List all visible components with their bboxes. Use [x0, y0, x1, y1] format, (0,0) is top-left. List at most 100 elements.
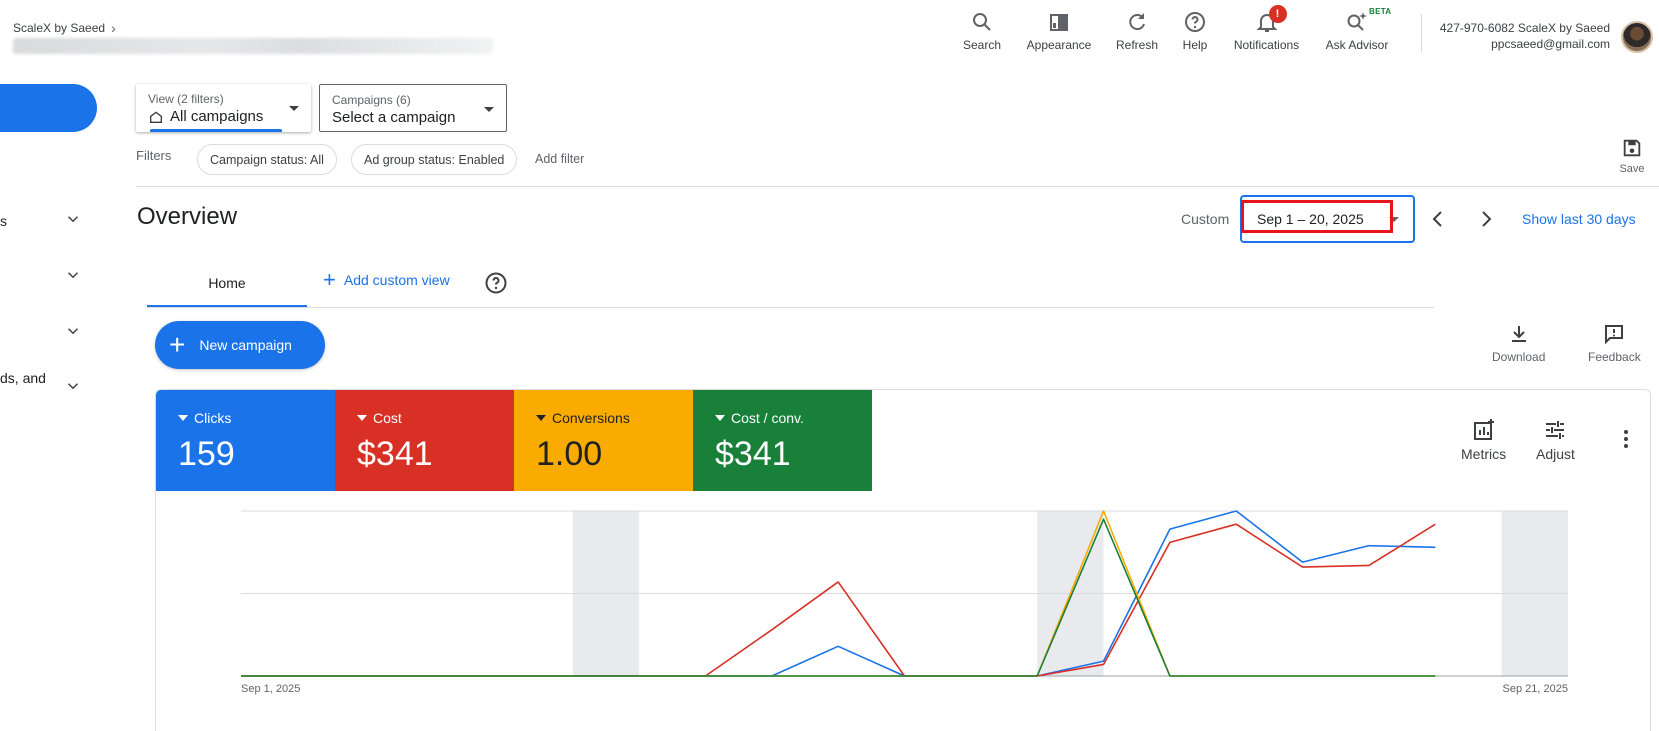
- feedback-icon: [1605, 325, 1624, 345]
- caret-down-icon: [289, 106, 299, 111]
- search-icon: [973, 13, 991, 31]
- create-button[interactable]: [0, 84, 97, 132]
- new-campaign-label: New campaign: [199, 337, 292, 353]
- refresh-icon: [1129, 13, 1145, 31]
- caret-down-icon: [357, 415, 367, 421]
- view-selector-caption: View (2 filters): [148, 92, 224, 106]
- metric-value: 159: [178, 435, 235, 473]
- sidebar-item-3[interactable]: [0, 322, 82, 343]
- header-divider: [1421, 14, 1422, 52]
- new-campaign-button[interactable]: + New campaign: [155, 321, 325, 369]
- account-breadcrumb[interactable]: ScaleX by Saeed ›: [13, 20, 116, 36]
- home-icon: [150, 111, 162, 123]
- help-icon[interactable]: [484, 271, 508, 295]
- view-selector-value: All campaigns: [170, 108, 264, 125]
- metric-value: $341: [357, 435, 433, 473]
- save-icon: [1623, 139, 1641, 157]
- chevron-right-icon: ›: [111, 20, 116, 36]
- chevron-down-icon: [64, 266, 82, 287]
- appearance-icon: [1050, 14, 1068, 31]
- download-label: Download: [1492, 350, 1546, 364]
- add-custom-view-label: Add custom view: [343, 272, 450, 288]
- metric-tile-cost[interactable]: Cost $341: [335, 390, 514, 491]
- add-chart-icon: [1473, 419, 1494, 440]
- more-options-icon[interactable]: [1624, 430, 1628, 448]
- notification-badge: !: [1268, 5, 1287, 23]
- download-icon: [1511, 326, 1526, 342]
- sidebar-item-2[interactable]: [0, 266, 82, 287]
- top-action-bar: Search Appearance Refresh Help ! Notific…: [960, 5, 1411, 52]
- sidebar-item-4[interactable]: ds, and: [0, 370, 82, 398]
- plus-icon: +: [169, 329, 186, 360]
- plus-icon: +: [323, 267, 336, 292]
- account-info[interactable]: 427-970-6082 ScaleX by Saeed ppcsaeed@gm…: [1440, 20, 1610, 52]
- series-line-cost-conv-: [241, 518, 1436, 677]
- appearance-button[interactable]: Appearance: [1024, 8, 1094, 52]
- beta-tag: BETA: [1369, 7, 1392, 16]
- metric-name: Cost / conv.: [731, 410, 804, 426]
- sidebar-item-label: ds, and: [0, 370, 46, 386]
- sidebar-item-1[interactable]: s: [0, 210, 82, 231]
- refresh-label: Refresh: [1115, 38, 1159, 52]
- chevron-down-icon: [64, 322, 82, 343]
- campaign-selector[interactable]: Campaigns (6) Select a campaign: [319, 84, 507, 132]
- view-selector[interactable]: View (2 filters) All campaigns: [136, 84, 311, 132]
- chevron-left-icon[interactable]: [1426, 207, 1450, 231]
- search-label: Search: [962, 38, 1002, 52]
- redacted-breadcrumb: [13, 38, 493, 54]
- feedback-button[interactable]: Feedback: [1588, 322, 1641, 364]
- x-axis-end-label: Sep 21, 2025: [1503, 683, 1568, 695]
- account-name: ScaleX by Saeed: [13, 21, 106, 35]
- metric-tile-conversions[interactable]: Conversions 1.00: [514, 390, 693, 491]
- annotation-highlight-box: [1241, 200, 1393, 233]
- x-axis-start-label: Sep 1, 2025: [241, 683, 300, 695]
- metric-tile-cost-per-conv[interactable]: Cost / conv. $341: [693, 390, 872, 491]
- metric-value: 1.00: [536, 435, 603, 473]
- campaign-selector-caption: Campaigns (6): [332, 93, 411, 107]
- performance-chart-card: Clicks 159 Cost $341 Conversions 1.00 Co…: [155, 389, 1651, 731]
- search-button[interactable]: Search: [960, 8, 1004, 52]
- add-custom-view-tab[interactable]: + Add custom view: [323, 267, 450, 292]
- caret-down-icon: [178, 415, 188, 421]
- help-button[interactable]: Help: [1180, 8, 1210, 52]
- notifications-button[interactable]: ! Notifications: [1230, 5, 1303, 52]
- tabs-divider: [147, 307, 1434, 308]
- metric-name: Cost: [373, 410, 402, 426]
- metrics-label: Metrics: [1461, 446, 1507, 462]
- metric-name: Conversions: [552, 410, 630, 426]
- sparkle-search-icon: [1347, 12, 1367, 31]
- metrics-button[interactable]: Metrics: [1461, 418, 1506, 462]
- account-id: 427-970-6082 ScaleX by Saeed: [1439, 21, 1610, 35]
- refresh-button[interactable]: Refresh: [1114, 8, 1160, 52]
- filter-chip-campaign-status[interactable]: Campaign status: All: [197, 144, 337, 175]
- notifications-label: Notifications: [1233, 38, 1300, 52]
- tab-home[interactable]: Home: [147, 260, 307, 308]
- show-last-30-days-link[interactable]: Show last 30 days: [1522, 211, 1636, 227]
- avatar[interactable]: [1621, 21, 1653, 53]
- page-title: Overview: [137, 203, 238, 230]
- save-view-button[interactable]: Save: [1612, 137, 1652, 175]
- add-filter-link[interactable]: Add filter: [535, 152, 584, 166]
- filter-chip-ad-group-status[interactable]: Ad group status: Enabled: [351, 144, 518, 175]
- filter-divider: [136, 186, 1659, 187]
- chevron-right-icon[interactable]: [1474, 207, 1498, 231]
- save-label: Save: [1619, 163, 1645, 175]
- help-label: Help: [1182, 38, 1208, 52]
- caret-down-icon: [536, 415, 546, 421]
- series-line-cost: [241, 523, 1436, 677]
- adjust-button[interactable]: Adjust: [1536, 418, 1575, 462]
- filters-label: Filters: [136, 148, 172, 163]
- adjust-icon: [1546, 421, 1565, 439]
- appearance-label: Appearance: [1026, 38, 1092, 52]
- download-button[interactable]: Download: [1492, 322, 1545, 364]
- ask-advisor-label: Ask Advisor: [1325, 38, 1389, 52]
- chevron-down-icon: [64, 377, 82, 398]
- ask-advisor-button[interactable]: BETA Ask Advisor: [1323, 7, 1392, 52]
- metric-value: $341: [715, 435, 791, 473]
- chevron-down-icon: [64, 210, 82, 231]
- caret-down-icon: [715, 415, 725, 421]
- help-icon: [1185, 12, 1205, 32]
- sidebar-item-label: s: [0, 212, 7, 229]
- view-selector-underline: [150, 129, 282, 132]
- metric-tile-clicks[interactable]: Clicks 159: [156, 390, 335, 491]
